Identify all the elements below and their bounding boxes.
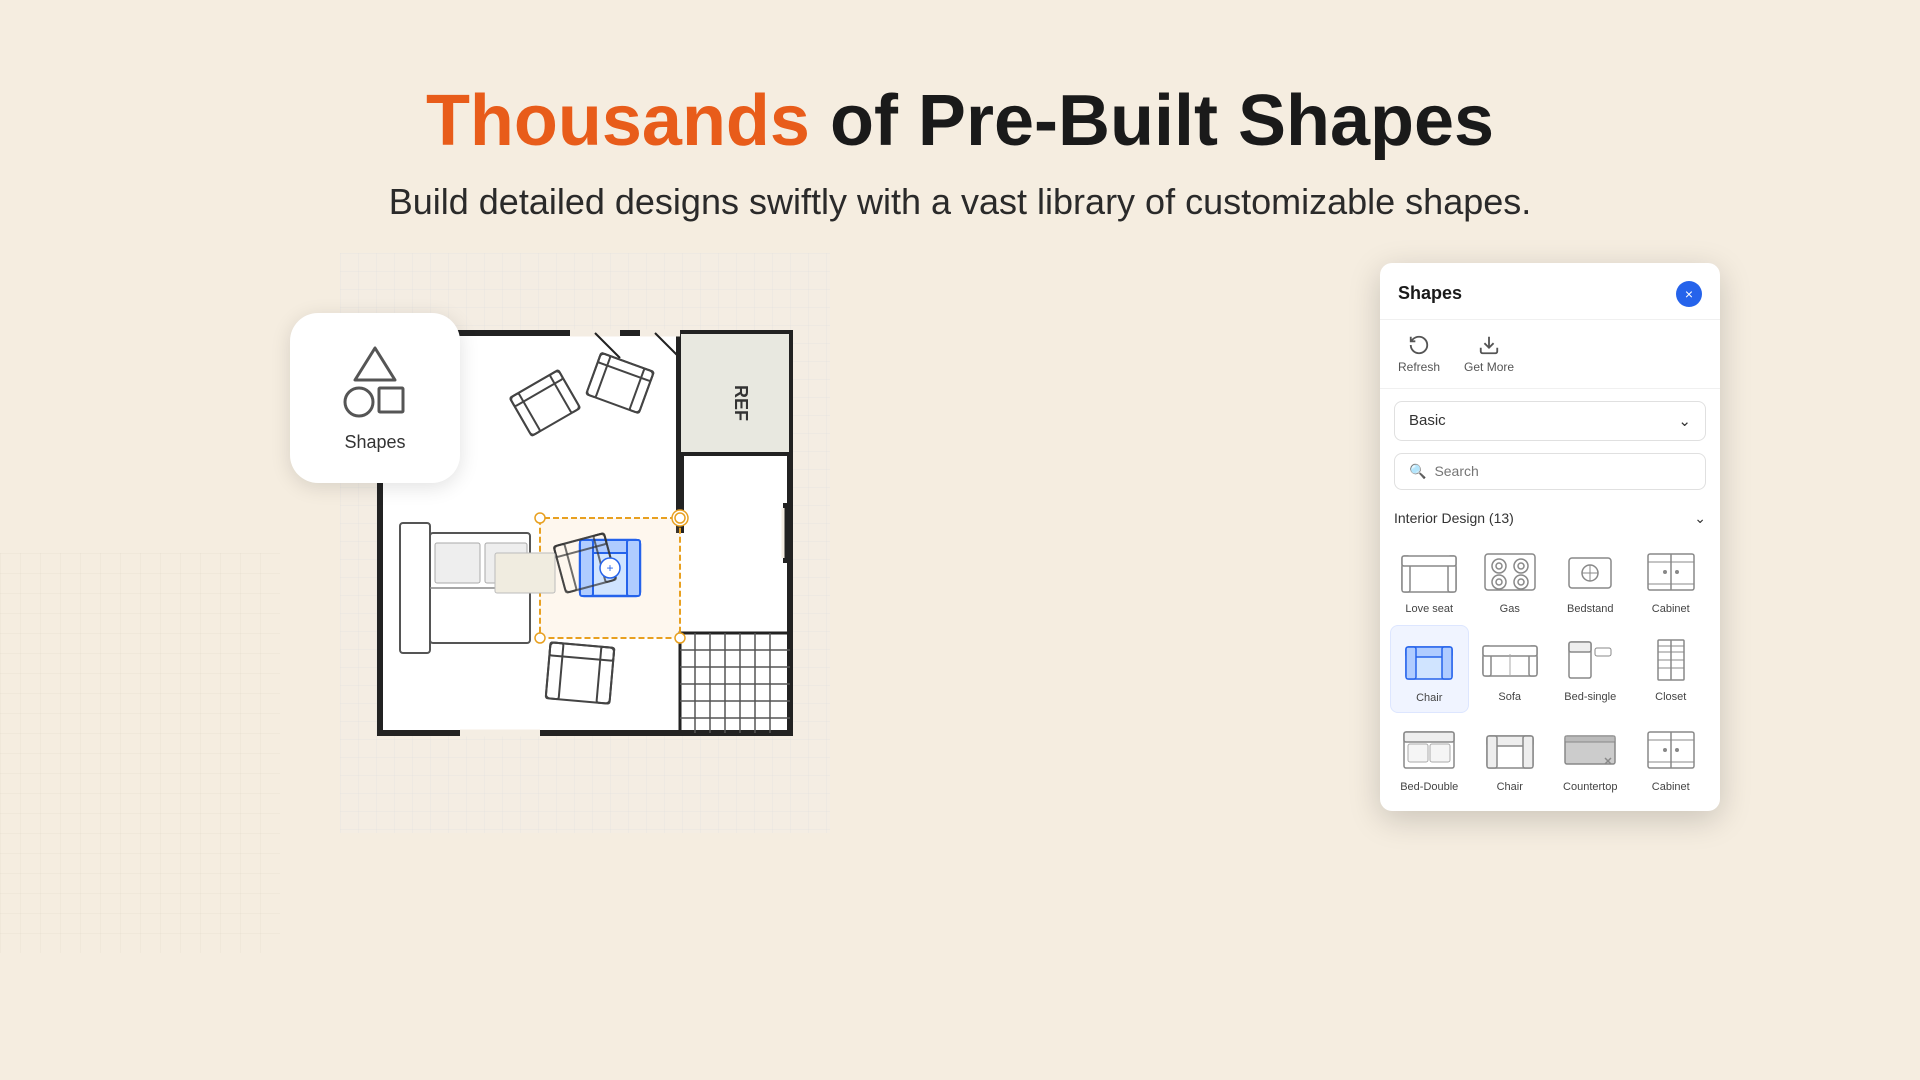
category-header: Interior Design (13) ⌄ [1380, 502, 1720, 537]
shape-label-closet: Closet [1655, 691, 1686, 703]
chair-1-icon [1400, 639, 1458, 683]
title-rest: of Pre-Built Shapes [810, 81, 1494, 161]
cabinet-2-icon [1642, 728, 1700, 772]
shape-item-chair-2[interactable]: Chair [1471, 715, 1550, 801]
shape-label-countertop: Countertop [1563, 781, 1617, 793]
chevron-down-icon: ⌄ [1678, 412, 1691, 430]
shapes-icon-label: Shapes [344, 432, 405, 453]
bed-double-icon [1400, 728, 1458, 772]
shapes-icon [335, 342, 415, 422]
bed-single-icon [1561, 638, 1619, 682]
shape-label-chair-1: Chair [1416, 692, 1442, 704]
search-input[interactable] [1434, 463, 1691, 479]
panel-toolbar: Refresh Get More [1380, 320, 1720, 389]
shape-item-chair-1[interactable]: Chair [1390, 625, 1469, 713]
download-icon [1478, 334, 1500, 356]
page-subtitle: Build detailed designs swiftly with a va… [0, 181, 1920, 223]
chair-2-icon [1481, 728, 1539, 772]
gas-icon [1481, 550, 1539, 594]
content-area: Shapes REF [0, 253, 1920, 1023]
dropdown-selected: Basic [1409, 412, 1446, 429]
category-chevron-icon: ⌄ [1694, 510, 1706, 527]
refresh-icon [1408, 334, 1430, 356]
category-name: Interior Design (13) [1394, 510, 1514, 526]
shape-item-bed-double[interactable]: Bed-Double [1390, 715, 1469, 801]
shapes-grid: Love seat Gas [1380, 537, 1720, 811]
shape-label-cabinet-2: Cabinet [1652, 781, 1690, 793]
shape-item-bedstand[interactable]: Bedstand [1551, 537, 1630, 623]
sofa-icon [1481, 638, 1539, 682]
shape-item-bed-single[interactable]: Bed-single [1551, 625, 1630, 713]
left-grid-decoration [0, 553, 280, 953]
close-button[interactable]: × [1676, 281, 1702, 307]
countertop-icon [1561, 728, 1619, 772]
header: Thousands of Pre-Built Shapes Build deta… [0, 0, 1920, 253]
title-highlight: Thousands [426, 81, 810, 161]
shape-label-gas: Gas [1500, 603, 1520, 615]
shapes-icon-button[interactable]: Shapes [290, 313, 460, 483]
refresh-label: Refresh [1398, 360, 1440, 374]
shape-label-cabinet-1: Cabinet [1652, 603, 1690, 615]
shape-item-closet[interactable]: Closet [1632, 625, 1711, 713]
search-icon: 🔍 [1409, 463, 1426, 480]
shape-label-bed-single: Bed-single [1564, 691, 1616, 703]
shape-item-love-seat[interactable]: Love seat [1390, 537, 1469, 623]
shape-label-sofa: Sofa [1498, 691, 1521, 703]
shape-item-cabinet-2[interactable]: Cabinet [1632, 715, 1711, 801]
closet-icon [1642, 638, 1700, 682]
cabinet-1-icon [1642, 550, 1700, 594]
shape-label-chair-2: Chair [1497, 781, 1523, 793]
panel-title: Shapes [1398, 283, 1462, 304]
category-dropdown[interactable]: Basic ⌄ [1394, 401, 1706, 441]
shape-item-cabinet-1[interactable]: Cabinet [1632, 537, 1711, 623]
svg-text:REF: REF [731, 385, 751, 421]
page-title: Thousands of Pre-Built Shapes [0, 80, 1920, 163]
shape-label-love-seat: Love seat [1405, 603, 1453, 615]
panel-header: Shapes × [1380, 263, 1720, 320]
shape-item-sofa[interactable]: Sofa [1471, 625, 1550, 713]
get-more-button[interactable]: Get More [1464, 334, 1514, 374]
shape-label-bedstand: Bedstand [1567, 603, 1613, 615]
bedstand-icon [1561, 550, 1619, 594]
get-more-label: Get More [1464, 360, 1514, 374]
shape-label-bed-double: Bed-Double [1400, 781, 1458, 793]
svg-text:+: + [606, 561, 613, 575]
search-bar: 🔍 [1394, 453, 1706, 490]
shape-item-gas[interactable]: Gas [1471, 537, 1550, 623]
refresh-button[interactable]: Refresh [1398, 334, 1440, 374]
love-seat-icon [1400, 550, 1458, 594]
shape-item-countertop[interactable]: Countertop [1551, 715, 1630, 801]
shapes-panel: Shapes × Refresh Get More [1380, 263, 1720, 811]
